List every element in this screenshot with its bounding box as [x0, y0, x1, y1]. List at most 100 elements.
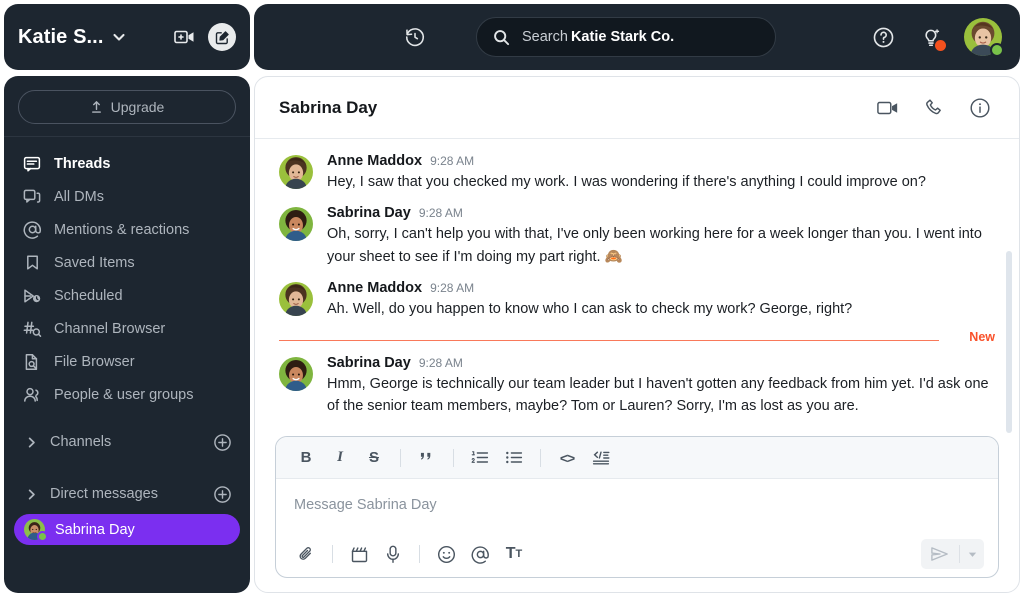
message-input[interactable]: Message Sabrina Day — [276, 479, 998, 531]
message-meta: Sabrina Day 9:28 AM — [327, 205, 995, 221]
sidebar-nav: Threads All DMs Mentions & reactions Sav… — [4, 147, 250, 411]
user-avatar[interactable] — [964, 18, 1004, 57]
at-mention-icon — [22, 220, 42, 240]
people-icon — [22, 385, 42, 405]
video-camera-icon[interactable] — [873, 93, 903, 123]
emoji-button[interactable] — [430, 540, 462, 568]
new-video-call-icon[interactable] — [172, 24, 198, 50]
plus-circle-icon[interactable] — [212, 432, 232, 452]
upgrade-label: Upgrade — [110, 99, 165, 115]
toolbar-separator — [419, 545, 420, 563]
send-button[interactable] — [921, 539, 959, 569]
sabrina-day-avatar — [279, 356, 313, 391]
sidebar-item-threads[interactable]: Threads — [14, 147, 240, 180]
send-options-chevron-down-icon[interactable] — [960, 539, 984, 569]
record-audio-button[interactable] — [377, 540, 409, 568]
message-item: Sabrina Day 9:28 AM Oh, sorry, I can't h… — [279, 205, 995, 268]
right-column: Search Katie Stark Co. Sabrina Day Anne … — [252, 0, 1024, 597]
dm-label: Sabrina Day — [55, 521, 135, 538]
formatting-button[interactable]: TT — [498, 540, 530, 568]
conversation-header: Sabrina Day — [255, 77, 1019, 139]
anne-maddox-avatar — [279, 155, 313, 189]
left-column: Katie S... Upgrade Threads All DMs Menti… — [0, 0, 252, 597]
avatar[interactable] — [279, 356, 313, 391]
sidebar-dm-sabrina-day[interactable]: Sabrina Day — [14, 514, 240, 545]
plus-circle-icon[interactable] — [212, 484, 232, 504]
message-meta: Anne Maddox 9:28 AM — [327, 280, 995, 296]
ordered-list-button[interactable] — [464, 444, 496, 472]
top-bar: Search Katie Stark Co. — [254, 4, 1020, 70]
attach-file-button[interactable] — [290, 540, 322, 568]
message-item: Anne Maddox 9:28 AM Hey, I saw that you … — [279, 153, 995, 193]
record-clip-button[interactable] — [343, 540, 375, 568]
message-item: Sabrina Day 9:28 AM Hmm, George is techn… — [279, 355, 995, 418]
message-timestamp: 9:28 AM — [418, 355, 463, 370]
message-meta: Anne Maddox 9:28 AM — [327, 153, 995, 169]
sidebar-item-label: People & user groups — [54, 386, 194, 403]
sidebar-item-channel-browser[interactable]: Channel Browser — [14, 312, 240, 345]
upgrade-button[interactable]: Upgrade — [18, 90, 236, 124]
sidebar-item-label: Threads — [54, 155, 111, 172]
chevron-right-icon — [22, 436, 40, 449]
toolbar-separator — [332, 545, 333, 563]
section-label: Direct messages — [50, 486, 158, 502]
sidebar-item-saved[interactable]: Saved Items — [14, 246, 240, 279]
help-circle-icon[interactable] — [868, 22, 898, 52]
all-dms-icon — [22, 187, 42, 207]
search-icon — [493, 29, 510, 46]
history-clock-icon[interactable] — [400, 22, 430, 52]
sidebar-item-all-dms[interactable]: All DMs — [14, 180, 240, 213]
presence-indicator — [990, 43, 1004, 57]
sidebar-item-file-browser[interactable]: File Browser — [14, 345, 240, 378]
anne-maddox-avatar — [279, 282, 313, 317]
bold-button[interactable]: B — [290, 444, 322, 472]
sidebar-section-channels[interactable]: Channels — [14, 425, 240, 459]
file-search-icon — [22, 352, 42, 372]
message-composer: B I S <> Message Sabrina Day T T — [275, 436, 999, 578]
message-timestamp: 9:28 AM — [430, 281, 475, 296]
message-author[interactable]: Anne Maddox — [327, 280, 422, 296]
formatting-toolbar: B I S <> — [276, 437, 998, 479]
mention-button[interactable] — [464, 540, 496, 568]
bulleted-list-button[interactable] — [498, 444, 530, 472]
sidebar-item-people[interactable]: People & user groups — [14, 378, 240, 411]
message-text: Hmm, George is technically our team lead… — [327, 375, 989, 415]
sidebar-item-mentions[interactable]: Mentions & reactions — [14, 213, 240, 246]
info-circle-icon[interactable] — [965, 93, 995, 123]
message-text: Hey, I saw that you checked my work. I w… — [327, 174, 926, 190]
search-input[interactable]: Search Katie Stark Co. — [476, 17, 776, 57]
presence-indicator — [37, 531, 48, 542]
compose-icon[interactable] — [208, 23, 236, 51]
avatar[interactable] — [279, 282, 313, 317]
channel-search-icon — [22, 319, 42, 339]
message-body: Sabrina Day 9:28 AM Oh, sorry, I can't h… — [327, 205, 995, 268]
avatar[interactable] — [279, 207, 313, 242]
phone-icon[interactable] — [919, 93, 949, 123]
italic-button[interactable]: I — [324, 444, 356, 472]
send-button-group — [921, 539, 984, 569]
sabrina-day-avatar — [279, 207, 313, 242]
message-body: Anne Maddox 9:28 AM Hey, I saw that you … — [327, 153, 995, 193]
message-author[interactable]: Sabrina Day — [327, 355, 411, 371]
blockquote-button[interactable] — [411, 444, 443, 472]
code-block-button[interactable] — [585, 444, 617, 472]
search-placeholder: Search Katie Stark Co. — [522, 29, 675, 45]
page-title[interactable]: Sabrina Day — [279, 98, 377, 118]
message-author[interactable]: Sabrina Day — [327, 205, 411, 221]
message-meta: Sabrina Day 9:28 AM — [327, 355, 995, 371]
avatar[interactable] — [279, 155, 313, 189]
lightbulb-icon[interactable] — [916, 22, 946, 52]
section-label: Channels — [50, 434, 112, 450]
strikethrough-button[interactable]: S — [358, 444, 390, 472]
sidebar-item-label: Mentions & reactions — [54, 221, 190, 238]
message-author[interactable]: Anne Maddox — [327, 153, 422, 169]
divider-line — [279, 339, 939, 341]
workspace-name[interactable]: Katie S... — [18, 26, 103, 49]
code-button[interactable]: <> — [551, 444, 583, 472]
sidebar-item-label: All DMs — [54, 188, 104, 205]
sidebar-item-scheduled[interactable]: Scheduled — [14, 279, 240, 312]
message-scrollbar[interactable] — [1006, 251, 1012, 433]
toolbar-separator — [400, 448, 401, 467]
chevron-down-icon[interactable] — [111, 29, 127, 45]
sidebar-section-direct-messages[interactable]: Direct messages — [14, 477, 240, 511]
